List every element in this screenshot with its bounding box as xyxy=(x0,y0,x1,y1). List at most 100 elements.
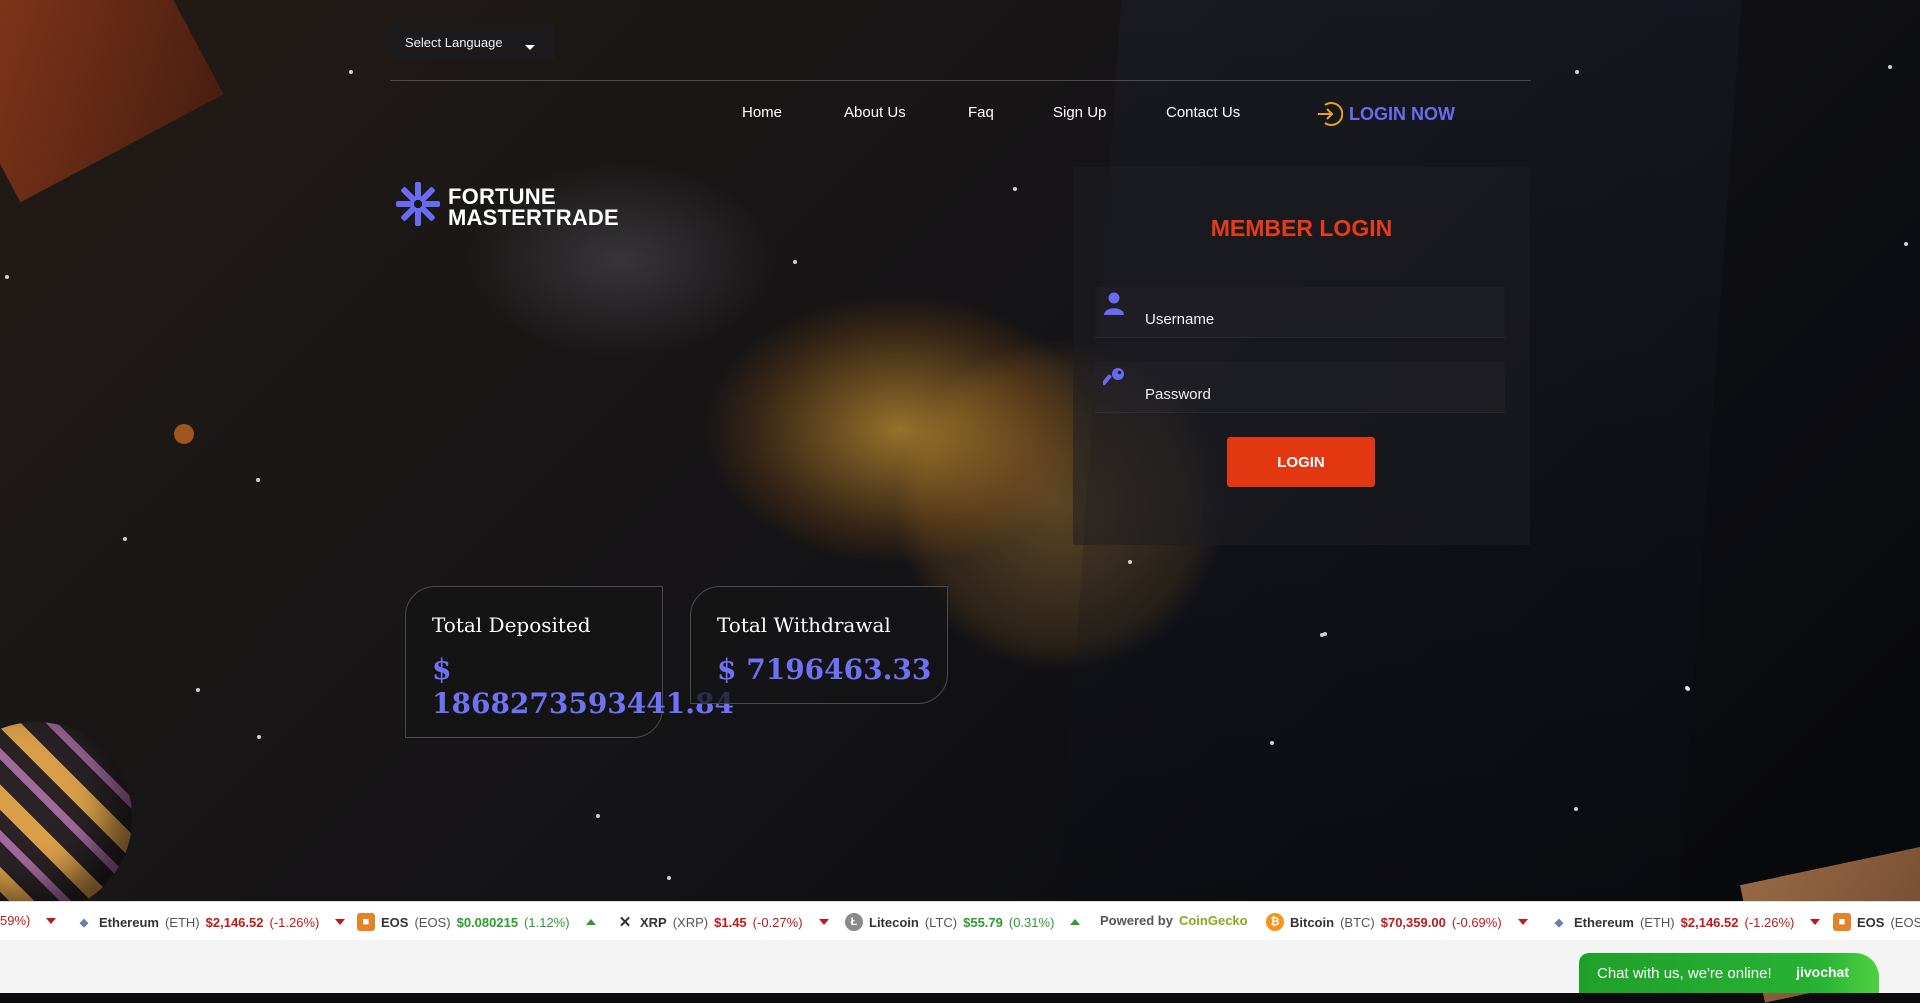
eos-icon: ■ xyxy=(357,913,375,931)
ticker-item[interactable]: ◆ Ethereum (ETH) $2,146.52 (-1.26%) xyxy=(75,913,346,931)
logo-line-2: MASTERTRADE xyxy=(448,204,619,230)
coin-price: $0.080215 xyxy=(456,914,519,930)
star xyxy=(196,688,200,692)
language-select-label: Select Language xyxy=(405,34,503,50)
star xyxy=(256,478,260,482)
coin-name: Litecoin xyxy=(869,914,919,930)
login-icon xyxy=(1315,100,1343,128)
total-withdrawal-value: $ 7196463.33 xyxy=(717,653,932,686)
coin-change: (-1.26%) xyxy=(1744,914,1795,930)
key-icon xyxy=(1101,366,1127,397)
password-field[interactable]: Password xyxy=(1095,362,1505,413)
litecoin-icon: Ł xyxy=(845,913,863,931)
ticker-item[interactable]: Ł Litecoin (LTC) $55.79 (0.31%) xyxy=(845,913,1081,931)
nav-contact-us[interactable]: Contact Us xyxy=(1166,104,1240,121)
coin-change: (-1.26%) xyxy=(269,914,320,930)
coin-name: XRP xyxy=(640,914,667,930)
xrp-icon: ✕ xyxy=(618,914,632,931)
arrow-down-icon xyxy=(818,919,829,925)
star xyxy=(1013,187,1017,191)
ethereum-icon: ◆ xyxy=(79,916,89,929)
star xyxy=(596,814,600,818)
live-chat-widget[interactable]: Chat with us, we're online! jivochat xyxy=(1579,953,1879,993)
powered-by-label: Powered by xyxy=(1100,913,1173,928)
coingecko-link[interactable]: CoinGecko xyxy=(1179,913,1248,928)
star xyxy=(1128,560,1132,564)
nav-home[interactable]: Home xyxy=(742,104,782,121)
star xyxy=(1904,242,1908,246)
total-deposited-currency: $ xyxy=(432,653,452,686)
ticker-item[interactable]: ■ EOS (EOS) $0.080215 (1.12%) xyxy=(357,913,596,931)
star xyxy=(1686,687,1690,691)
total-deposited-value: $ 1868273593441.84 xyxy=(432,653,734,721)
coin-price: $55.79 xyxy=(963,914,1003,930)
crypto-price-ticker: 59%) ◆ Ethereum (ETH) $2,146.52 (-1.26%)… xyxy=(0,901,1920,941)
ticker-item[interactable]: ■ EOS (EOS) xyxy=(1833,913,1920,931)
coin-symbol: (EOS) xyxy=(414,914,451,930)
ticker-fragment: 59%) xyxy=(0,913,57,928)
eos-icon: ■ xyxy=(1833,913,1851,931)
language-select[interactable]: Select Language xyxy=(390,24,555,60)
decorative-dot xyxy=(174,424,194,444)
total-deposited-card: Total Deposited $ 1868273593441.84 xyxy=(405,586,734,738)
nav-about-us[interactable]: About Us xyxy=(844,104,906,121)
user-icon xyxy=(1103,291,1125,322)
username-label: Username xyxy=(1145,311,1215,328)
password-label: Password xyxy=(1145,386,1211,403)
ticker-item[interactable]: ◆ Ethereum (ETH) $2,146.52 (-1.26%) xyxy=(1550,913,1821,931)
login-title: MEMBER LOGIN xyxy=(1210,215,1393,241)
star xyxy=(667,876,671,880)
coin-change: (-0.69%) xyxy=(1451,914,1502,930)
coin-price: $1.45 xyxy=(714,914,747,930)
arrow-down-icon xyxy=(46,917,57,924)
login-button[interactable]: LOGIN xyxy=(1227,437,1375,487)
logo-mark-icon xyxy=(394,180,442,233)
total-withdrawal-card: Total Withdrawal $ 7196463.33 xyxy=(690,586,948,704)
star xyxy=(1270,741,1274,745)
nav-sign-up[interactable]: Sign Up xyxy=(1053,104,1106,121)
star xyxy=(1888,65,1892,69)
site-logo[interactable]: FORTUNE MASTERTRADE xyxy=(394,180,619,233)
total-deposited-title: Total Deposited xyxy=(432,613,591,637)
powered-by-coingecko[interactable]: Powered by CoinGecko xyxy=(1100,913,1248,928)
nav-faq[interactable]: Faq xyxy=(968,104,994,121)
total-deposited-amount: 1868273593441.84 xyxy=(432,687,734,720)
coin-change: (1.12%) xyxy=(524,914,570,930)
coin-symbol: (XRP) xyxy=(672,914,709,930)
coin-price: $2,146.52 xyxy=(205,914,264,930)
chat-brand: jivochat xyxy=(1796,964,1849,980)
bitcoin-icon: ₿ xyxy=(1266,913,1284,931)
star xyxy=(5,275,9,279)
coin-price: $70,359.00 xyxy=(1380,914,1446,930)
coin-name: EOS xyxy=(1857,914,1885,930)
star xyxy=(349,70,353,74)
logo-line-1: FORTUNE xyxy=(448,183,556,209)
member-login-panel: MEMBER LOGIN Username Password LOGIN xyxy=(1073,167,1530,545)
coin-name: EOS xyxy=(381,914,409,930)
arrow-down-icon xyxy=(1810,919,1821,925)
ethereum-icon: ◆ xyxy=(1554,916,1564,929)
star xyxy=(1323,632,1327,636)
star xyxy=(1574,807,1578,811)
login-now-link[interactable]: LOGIN NOW xyxy=(1315,100,1455,128)
ticker-item[interactable]: ₿ Bitcoin (BTC) $70,359.00 (-0.69%) xyxy=(1266,913,1528,931)
star xyxy=(257,735,261,739)
arrow-up-icon xyxy=(1070,919,1081,925)
ticker-fragment-change: 59%) xyxy=(0,913,31,928)
arrow-down-icon xyxy=(335,919,346,925)
coin-symbol: (ETH) xyxy=(164,914,200,930)
coin-name: Ethereum xyxy=(1574,914,1634,930)
header-divider xyxy=(390,80,1531,81)
star xyxy=(1575,70,1579,74)
username-field[interactable]: Username xyxy=(1095,287,1505,338)
total-withdrawal-title: Total Withdrawal xyxy=(717,613,891,637)
arrow-down-icon xyxy=(1517,919,1528,925)
chevron-down-icon xyxy=(525,45,535,50)
coin-symbol: (ETH) xyxy=(1639,914,1675,930)
chat-message: Chat with us, we're online! xyxy=(1597,964,1772,982)
coin-price: $2,146.52 xyxy=(1680,914,1739,930)
ticker-item[interactable]: ✕ XRP (XRP) $1.45 (-0.27%) xyxy=(616,913,829,931)
logo-text: FORTUNE MASTERTRADE xyxy=(448,183,619,230)
star xyxy=(793,260,797,264)
arrow-up-icon xyxy=(585,919,596,925)
